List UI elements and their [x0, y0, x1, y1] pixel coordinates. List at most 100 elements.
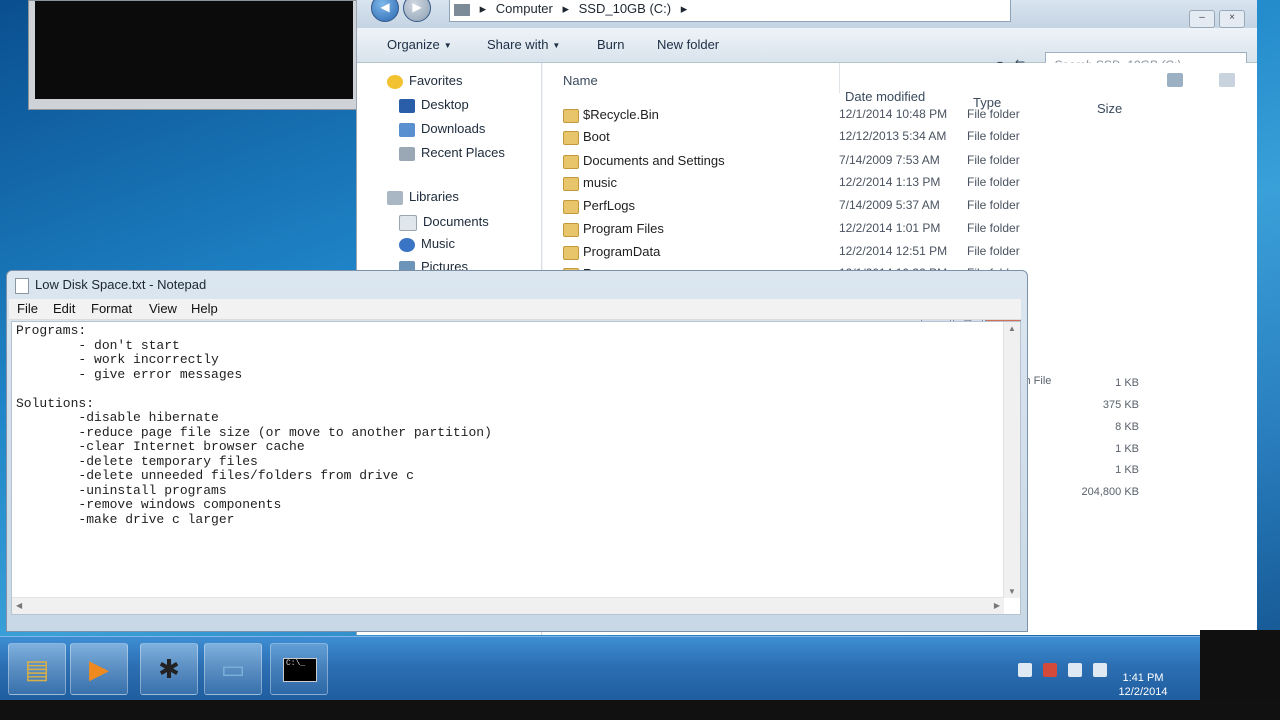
nav-documents-label: Documents — [423, 214, 489, 229]
file-row[interactable]: $Recycle.Bin 12/1/2014 10:48 PM File folde… — [543, 107, 1243, 129]
folder-icon — [563, 246, 579, 260]
file-row[interactable]: ProgramData 12/2/2014 12:51 PM File folder — [543, 244, 1243, 266]
folder-icon — [563, 155, 579, 169]
desktop-icon — [399, 98, 415, 113]
scroll-down-icon[interactable]: ▼ — [1008, 587, 1016, 596]
nav-desktop-label: Desktop — [421, 97, 469, 112]
file-row[interactable]: Boot 12/12/2013 5:34 AM File folder — [543, 129, 1243, 151]
nav-desktop[interactable]: Desktop — [399, 97, 469, 113]
notepad-icon — [15, 277, 29, 294]
file-type: File folder — [967, 221, 1020, 235]
minimize-button[interactable]: – — [1189, 10, 1215, 28]
monitor-bezel — [0, 700, 1280, 720]
view-options-icon[interactable] — [1167, 73, 1183, 87]
file-name: Program Files — [583, 221, 664, 236]
volume-icon[interactable] — [1093, 663, 1108, 677]
file-name: PerfLogs — [583, 198, 636, 213]
file-size: 204,800 KB — [1081, 486, 1140, 498]
organize-button[interactable]: Organize ▼ — [387, 37, 452, 52]
vertical-scrollbar[interactable]: ▲ ▼ — [1003, 322, 1020, 598]
burn-button[interactable]: Burn — [597, 37, 624, 52]
column-header-date-modified[interactable]: Date modified — [845, 89, 925, 104]
file-size: 1 KB — [1115, 443, 1139, 455]
command-bar: Organize▼ Share with▼ Burn New folder ▼ … — [357, 28, 1257, 78]
file-type: File folder — [967, 175, 1020, 189]
address-separator: ▸ — [562, 1, 570, 16]
share-with-label: Share with — [487, 37, 549, 52]
breadcrumb-computer[interactable]: Computer — [496, 1, 553, 16]
cmd-icon: C:\_ — [283, 658, 317, 682]
recent-places-icon — [399, 146, 415, 161]
taskbar-cmd-button[interactable]: C:\_ — [270, 643, 328, 695]
file-row[interactable]: music 12/2/2014 1:13 PM File folder — [543, 175, 1243, 197]
notepad-title: Low Disk Space.txt - Notepad — [35, 277, 207, 292]
menu-help[interactable]: Help — [191, 301, 218, 316]
notepad-content[interactable]: Programs: - don't start - work incorrect… — [16, 323, 492, 527]
system-tray — [1018, 663, 1115, 677]
back-button[interactable]: ◀ — [371, 0, 399, 22]
new-folder-button[interactable]: New folder — [657, 37, 719, 52]
clock[interactable]: 1:41 PM 12/2/2014 — [1108, 671, 1178, 699]
menu-format[interactable]: Format — [91, 301, 132, 316]
nav-libraries[interactable]: Libraries — [387, 189, 459, 205]
file-date: 12/1/2014 10:48 PM — [839, 107, 948, 121]
scroll-left-icon[interactable]: ◀ — [16, 601, 22, 610]
horizontal-scrollbar[interactable]: ◀ ▶ — [12, 597, 1004, 614]
column-header-name[interactable]: Name — [563, 73, 598, 88]
menu-view[interactable]: View — [149, 301, 177, 316]
nav-music[interactable]: Music — [399, 236, 455, 252]
nav-favorites[interactable]: Favorites — [387, 73, 462, 89]
close-button[interactable]: × — [1219, 10, 1245, 28]
preview-pane-icon[interactable] — [1219, 73, 1235, 87]
address-separator: ▸ — [479, 1, 487, 16]
folder-icon — [563, 109, 579, 123]
music-icon — [399, 237, 415, 252]
menu-edit[interactable]: Edit — [53, 301, 75, 316]
taskbar-media-player-button[interactable]: ▶ — [70, 643, 128, 695]
folder-icon — [563, 131, 579, 145]
file-size: 1 KB — [1115, 377, 1139, 389]
folder-icon — [563, 200, 579, 214]
taskbar-app-button[interactable]: ✱ — [140, 643, 198, 695]
taskbar-explorer-button[interactable]: ▤ — [8, 643, 66, 695]
clock-date: 12/2/2014 — [1118, 686, 1168, 698]
file-name: $Recycle.Bin — [583, 107, 659, 122]
nav-documents[interactable]: Documents — [399, 214, 489, 231]
nav-recent-places[interactable]: Recent Places — [399, 145, 505, 161]
file-row[interactable]: Documents and Settings 7/14/2009 7:53 AM F… — [543, 153, 1243, 175]
background-window-content — [35, 1, 353, 99]
file-type: File folder — [967, 129, 1020, 143]
file-date: 7/14/2009 7:53 AM — [839, 153, 940, 167]
forward-button[interactable]: ▶ — [403, 0, 431, 22]
explorer-title-bar: ◀ ▶ ▸ Computer ▸ SSD_10GB (C:) ▸ – × — [357, 0, 1257, 28]
column-separator[interactable] — [839, 63, 840, 93]
show-hidden-icons-icon[interactable] — [1018, 663, 1032, 677]
documents-icon — [399, 214, 417, 231]
file-row[interactable]: Program Files 12/2/2014 1:01 PM File folde… — [543, 221, 1243, 243]
file-size: 8 KB — [1115, 421, 1139, 433]
folder-icon: ▤ — [24, 654, 50, 684]
nav-downloads[interactable]: Downloads — [399, 121, 485, 137]
file-size: 1 KB — [1115, 464, 1139, 476]
notepad-title-bar: Low Disk Space.txt - Notepad — [15, 277, 206, 294]
nav-downloads-label: Downloads — [421, 121, 486, 136]
scroll-right-icon[interactable]: ▶ — [994, 601, 1000, 610]
address-bar[interactable]: ▸ Computer ▸ SSD_10GB (C:) ▸ — [449, 0, 1011, 22]
share-with-button[interactable]: Share with ▼ — [487, 37, 560, 52]
address-separator: ▸ — [680, 1, 688, 16]
file-date: 12/2/2014 1:13 PM — [839, 175, 941, 189]
breadcrumb-drive[interactable]: SSD_10GB (C:) — [579, 1, 671, 16]
file-row[interactable]: PerfLogs 7/14/2009 5:37 AM File folder — [543, 198, 1243, 220]
file-name: Boot — [583, 129, 610, 144]
file-name: music — [583, 175, 617, 190]
scroll-up-icon[interactable]: ▲ — [1008, 324, 1016, 333]
notepad-text-area[interactable]: Programs: - don't start - work incorrect… — [11, 321, 1021, 615]
background-window[interactable] — [28, 0, 360, 110]
action-center-icon[interactable] — [1043, 663, 1058, 677]
folder-icon — [563, 223, 579, 237]
network-icon[interactable] — [1068, 663, 1083, 677]
notepad-window[interactable]: Low Disk Space.txt - Notepad – □ ✕ File … — [6, 270, 1028, 632]
taskbar-notepad-button[interactable]: ▭ — [204, 643, 262, 695]
file-type: File folder — [967, 153, 1020, 167]
menu-file[interactable]: File — [17, 301, 38, 316]
